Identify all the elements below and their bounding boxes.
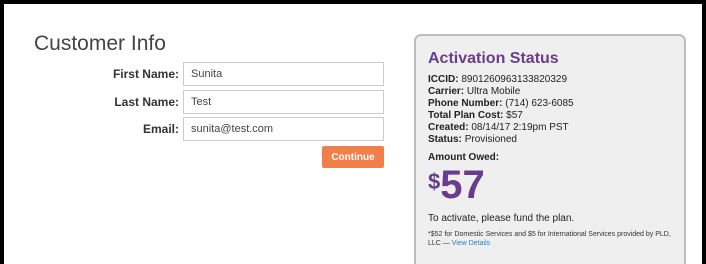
iccid-label: ICCID: [428, 74, 459, 85]
view-details-link[interactable]: View Details [452, 240, 490, 247]
amount-value: 57 [440, 163, 485, 207]
activation-status-card: Activation Status ICCID: 890126096313382… [414, 34, 686, 264]
phone-number-value: (714) 623-6085 [505, 98, 574, 109]
iccid-line: ICCID: 8901260963133820329 [428, 74, 672, 86]
last-name-input[interactable] [183, 90, 384, 114]
footnote: *$52 for Domestic Services and $5 for In… [428, 230, 672, 248]
first-name-row: First Name: [4, 62, 394, 86]
email-label: Email: [142, 122, 179, 136]
continue-button[interactable]: Continue [322, 146, 384, 168]
first-name-input[interactable] [183, 62, 384, 86]
amount-owed: $57 [428, 165, 672, 205]
activate-message: To activate, please fund the plan. [428, 213, 575, 224]
activation-status-title: Activation Status [428, 50, 559, 67]
total-plan-cost-value: $57 [506, 110, 523, 121]
customer-info-title: Customer Info [34, 32, 166, 55]
email-input[interactable] [183, 117, 384, 141]
carrier-line: Carrier: Ultra Mobile [428, 86, 672, 98]
total-plan-cost-line: Total Plan Cost: $57 [428, 110, 672, 122]
created-line: Created: 08/14/17 2:19pm PST [428, 122, 672, 134]
first-name-label: First Name: [112, 67, 179, 81]
carrier-label: Carrier: [428, 86, 465, 97]
amount-currency: $ [428, 169, 441, 194]
email-row: Email: [4, 117, 394, 141]
page-frame: Customer Info First Name: Last Name: Ema… [4, 4, 702, 264]
iccid-value: 8901260963133820329 [461, 74, 568, 85]
status-value: Provisioned [464, 134, 517, 145]
created-value: 08/14/17 2:19pm PST [471, 122, 569, 133]
last-name-label: Last Name: [114, 95, 179, 109]
created-label: Created: [428, 122, 469, 133]
carrier-value: Ultra Mobile [466, 86, 521, 97]
status-label: Status: [428, 134, 462, 145]
phone-number-label: Phone Number: [428, 98, 503, 109]
status-line: Status: Provisioned [428, 134, 672, 146]
amount-owed-label: Amount Owed: [428, 152, 500, 163]
phone-number-line: Phone Number: (714) 623-6085 [428, 98, 672, 110]
total-plan-cost-label: Total Plan Cost: [428, 110, 504, 121]
last-name-row: Last Name: [4, 90, 394, 114]
